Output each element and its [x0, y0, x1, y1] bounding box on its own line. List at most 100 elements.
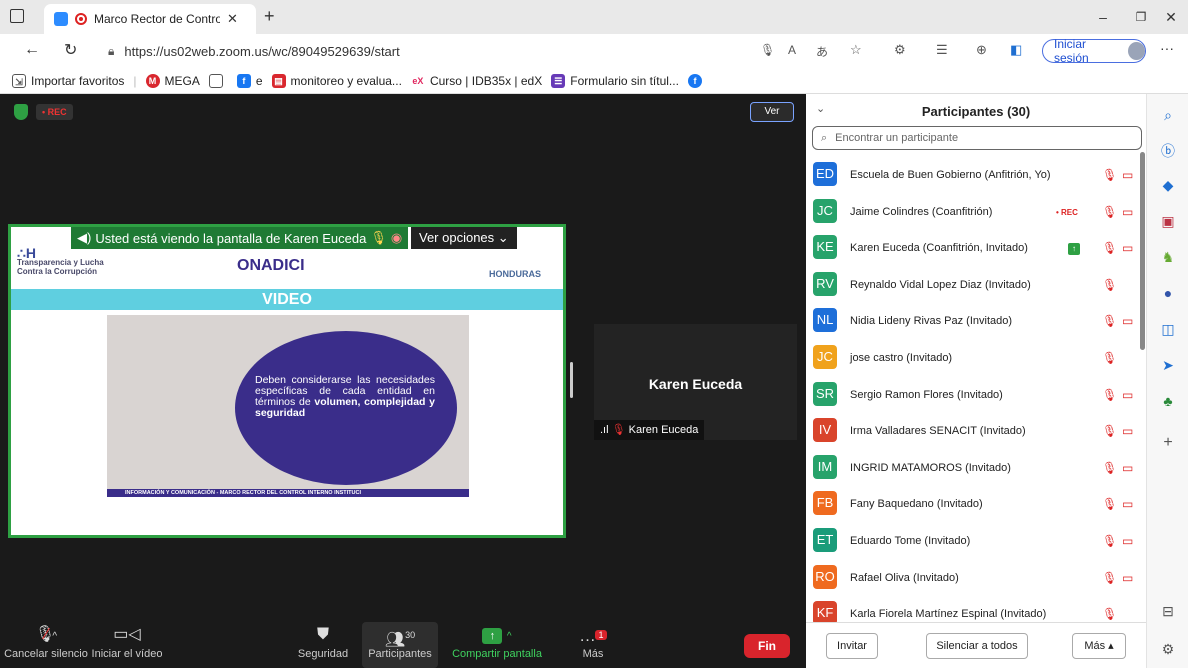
participants-label: Participantes: [368, 648, 432, 660]
close-window-icon[interactable]: ✕: [1148, 6, 1188, 28]
muted-mic-icon: 🎙︎: [1102, 351, 1118, 365]
participant-row[interactable]: RO Rafael Oliva (Invitado) 🎙︎ ▭: [806, 561, 1140, 597]
favorite-facebook[interactable]: fe: [236, 73, 263, 88]
participant-row[interactable]: JC jose castro (Invitado) 🎙︎: [806, 341, 1140, 377]
participant-name: Escuela de Buen Gobierno (Anfitrión, Yo): [850, 169, 1051, 181]
share-screen-button[interactable]: ↑ ^ Compartir pantalla: [448, 622, 546, 668]
participant-name: Reynaldo Vidal Lopez Diaz (Invitado): [850, 278, 1031, 291]
office-icon[interactable]: ●: [1157, 282, 1179, 304]
participant-row[interactable]: SR Sergio Ramon Flores (Invitado) 🎙︎ ▭: [806, 378, 1140, 414]
send-icon[interactable]: ➤: [1157, 354, 1179, 376]
favorite-label: Formulario sin títul...: [570, 73, 679, 88]
sidebar-toggle-icon[interactable]: ⊟: [1157, 600, 1179, 622]
add-favorite-icon[interactable]: ☆: [850, 42, 862, 58]
translate-icon[interactable]: あ: [816, 43, 828, 60]
video-off-icon: ▭: [1122, 314, 1134, 329]
participant-name: Eduardo Tome (Invitado): [850, 535, 971, 547]
view-button[interactable]: Ver: [750, 102, 794, 122]
window-menu-icon[interactable]: [10, 9, 24, 23]
refresh-icon[interactable]: ↻: [64, 40, 77, 60]
participant-rec: • REC: [1056, 207, 1078, 217]
favorite-monitoreo[interactable]: ▤ monitoreo y evalua...: [271, 73, 402, 88]
signin-button[interactable]: Iniciar sesión: [1042, 37, 1146, 65]
collections-icon[interactable]: ⊕: [976, 42, 987, 58]
view-options-button[interactable]: Ver opciones ⌄: [411, 227, 517, 249]
end-meeting-button[interactable]: Fin: [744, 634, 790, 658]
panel-more-button[interactable]: Más ▴: [1072, 633, 1126, 659]
zoom-favicon-icon: [54, 12, 68, 26]
mic-icon[interactable]: 🎙︎: [760, 43, 775, 57]
favorite-page[interactable]: [208, 73, 228, 88]
add-icon[interactable]: +: [1157, 432, 1179, 454]
settings-icon[interactable]: ⚙: [1157, 638, 1179, 660]
favorite-forms[interactable]: ☰ Formulario sin títul...: [551, 73, 679, 88]
tree-icon[interactable]: ♣: [1157, 390, 1179, 412]
more-menu-icon[interactable]: ···: [1160, 40, 1174, 56]
participant-name: Fany Baquedano (Invitado): [850, 498, 983, 511]
close-tab-icon[interactable]: ✕: [227, 11, 238, 27]
outlook-icon[interactable]: ◫: [1157, 318, 1179, 340]
video-off-icon: ▭: [1122, 534, 1134, 548]
mute-all-button[interactable]: Silenciar a todos: [926, 633, 1028, 659]
participant-avatar: RV: [813, 271, 837, 296]
slide-footer: INFORMACIÓN Y COMUNICACIÓN - MARCO RECTO…: [107, 489, 469, 497]
bing-icon[interactable]: ⓑ: [1157, 140, 1179, 162]
panel-resize-handle[interactable]: [570, 362, 573, 398]
logo-left-text: Transparencia y Lucha Contra la Corrupci…: [17, 258, 104, 276]
games-icon[interactable]: ♞: [1157, 246, 1179, 268]
unmute-button[interactable]: 🎙︎⁄ ^ Cancelar silencio: [4, 622, 88, 668]
back-icon[interactable]: ←: [24, 41, 40, 59]
participants-button[interactable]: 👥︎30 Participantes: [362, 622, 438, 668]
security-label: Seguridad: [297, 648, 349, 660]
video-off-icon: ▭: [1122, 460, 1134, 475]
muted-icon: 🎙︎: [370, 230, 387, 245]
recording-icon: [75, 13, 87, 25]
favorite-import[interactable]: ⇲ Importar favoritos: [12, 73, 125, 88]
shopping-tag-icon[interactable]: ◆: [1157, 174, 1179, 196]
start-video-button[interactable]: ▭◁ Iniciar el vídeo: [82, 622, 172, 668]
divider: |: [133, 73, 137, 88]
favorites-icon[interactable]: ☰: [936, 42, 948, 58]
avatar-icon: [1128, 42, 1145, 60]
participant-name: jose castro (Invitado): [850, 352, 953, 364]
tools-icon[interactable]: ▣: [1157, 210, 1179, 232]
slide-text: Deben considerarse las necesidades espec…: [255, 375, 435, 419]
invite-button[interactable]: Invitar: [826, 633, 878, 659]
edge-copilot-icon[interactable]: ◧: [1010, 42, 1022, 58]
more-button[interactable]: ··· 1 Más: [570, 622, 616, 668]
favorite-mega[interactable]: M MEGA: [145, 73, 200, 88]
scrollbar[interactable]: [1140, 152, 1145, 350]
participant-row[interactable]: IM INGRID MATAMOROS (Invitado) 🎙︎ ▭: [806, 451, 1140, 487]
address-bar: ← ↻ 🔒︎ https://us02web.zoom.us/wc/890495…: [0, 34, 1188, 68]
video-off-icon: ▭: [1122, 424, 1134, 439]
logo-left: ∴H Transparencia y Lucha Contra la Corru…: [17, 246, 117, 276]
participant-row[interactable]: RV Reynaldo Vidal Lopez Diaz (Invitado) 🎙︎: [806, 268, 1140, 304]
participant-avatar: FB: [813, 491, 837, 516]
participant-row[interactable]: ED Escuela de Buen Gobierno (Anfitrión, Y…: [806, 158, 1140, 194]
participant-row[interactable]: KE Karen Euceda (Coanfitrión, Invitado) ↑ 🎙…: [806, 231, 1140, 267]
new-tab-icon[interactable]: +: [264, 6, 275, 27]
participant-row[interactable]: FB Fany Baquedano (Invitado) 🎙︎ ▭: [806, 487, 1140, 523]
favorite-edx[interactable]: eX Curso | IDB35x | edX: [411, 74, 542, 88]
participant-search[interactable]: ⌕ Encontrar un participante: [812, 126, 1142, 150]
security-button[interactable]: ⛊ Seguridad: [292, 622, 354, 668]
extensions-icon[interactable]: ⚙: [894, 42, 906, 58]
participant-thumbnail[interactable]: Karen Euceda .ıl 🎙︎ Karen Euceda: [594, 324, 797, 440]
participant-row[interactable]: JC Jaime Colindres (Coanfitrión) • REC 🎙︎ ▭: [806, 195, 1140, 231]
participant-row[interactable]: NL Nidia Lideny Rivas Paz (Invitado) 🎙︎ ▭: [806, 304, 1140, 340]
participant-row[interactable]: ET Eduardo Tome (Invitado) 🎙︎ ▭: [806, 524, 1140, 560]
participant-avatar: RO: [813, 564, 837, 589]
search-icon[interactable]: ⌕: [1157, 104, 1179, 126]
participant-avatar: ET: [813, 528, 837, 552]
favorite-label: Importar favoritos: [31, 73, 125, 88]
facebook-icon: f: [236, 73, 251, 88]
muted-mic-icon: 🎙︎: [1102, 387, 1118, 402]
participant-row[interactable]: IV Irma Valladares SENACIT (Invitado) 🎙︎ ▭: [806, 414, 1140, 450]
favorite-facebook-2[interactable]: f: [687, 73, 702, 88]
browser-tab[interactable]: Marco Rector de Control Int ✕: [44, 4, 256, 34]
rec-badge[interactable]: • REC: [36, 104, 73, 120]
participant-name: Nidia Lideny Rivas Paz (Invitado): [850, 315, 1013, 328]
read-aloud-icon[interactable]: A: [788, 43, 796, 57]
mega-icon: M: [145, 73, 160, 88]
video-off-icon: ▭: [1122, 241, 1134, 256]
